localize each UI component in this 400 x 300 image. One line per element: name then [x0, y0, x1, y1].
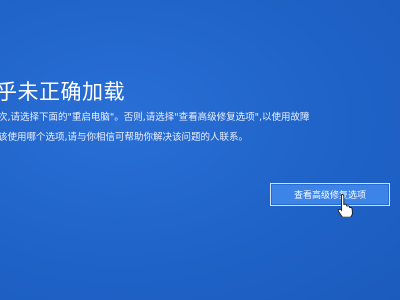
advanced-repair-options-button[interactable]: 查看高级修复选项 — [270, 183, 390, 206]
recovery-screen: 乎未正确加载 次,请选择下面的"重启电脑"。否则,请选择"查看高级修复选项",以… — [0, 0, 400, 300]
recovery-message: 次,请选择下面的"重启电脑"。否则,请选择"查看高级修复选项",以使用故障 该使… — [0, 108, 400, 148]
hand-pointer-icon — [337, 194, 353, 217]
page-title: 乎未正确加载 — [0, 80, 125, 104]
message-line-2: 该使用哪个选项,请与你相信可帮助你解决该问题的人联系。 — [0, 132, 249, 143]
message-line-1: 次,请选择下面的"重启电脑"。否则,请选择"查看高级修复选项",以使用故障 — [0, 112, 310, 123]
